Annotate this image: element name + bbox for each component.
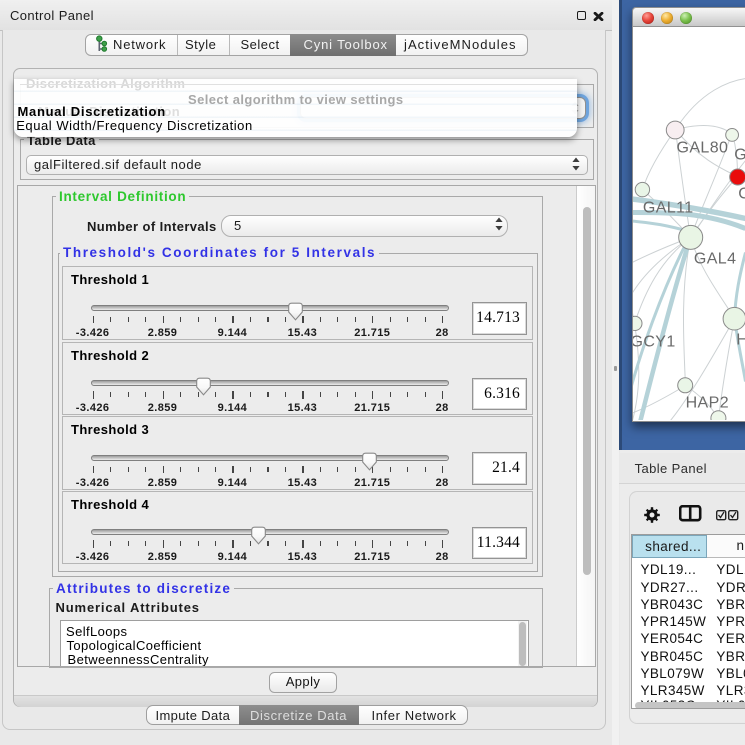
svg-text:GAL11: GAL11 (642, 199, 693, 216)
svg-text:GAL3: GAL3 (734, 146, 745, 163)
svg-text:GAL4: GAL4 (693, 250, 736, 267)
svg-text:HAP2: HAP2 (685, 394, 728, 411)
svg-text:GCY1: GCY1 (633, 333, 676, 350)
svg-text:CYC8: CYC8 (738, 185, 745, 202)
svg-text:GAL80: GAL80 (676, 139, 728, 156)
svg-text:HAP4: HAP4 (736, 331, 745, 348)
